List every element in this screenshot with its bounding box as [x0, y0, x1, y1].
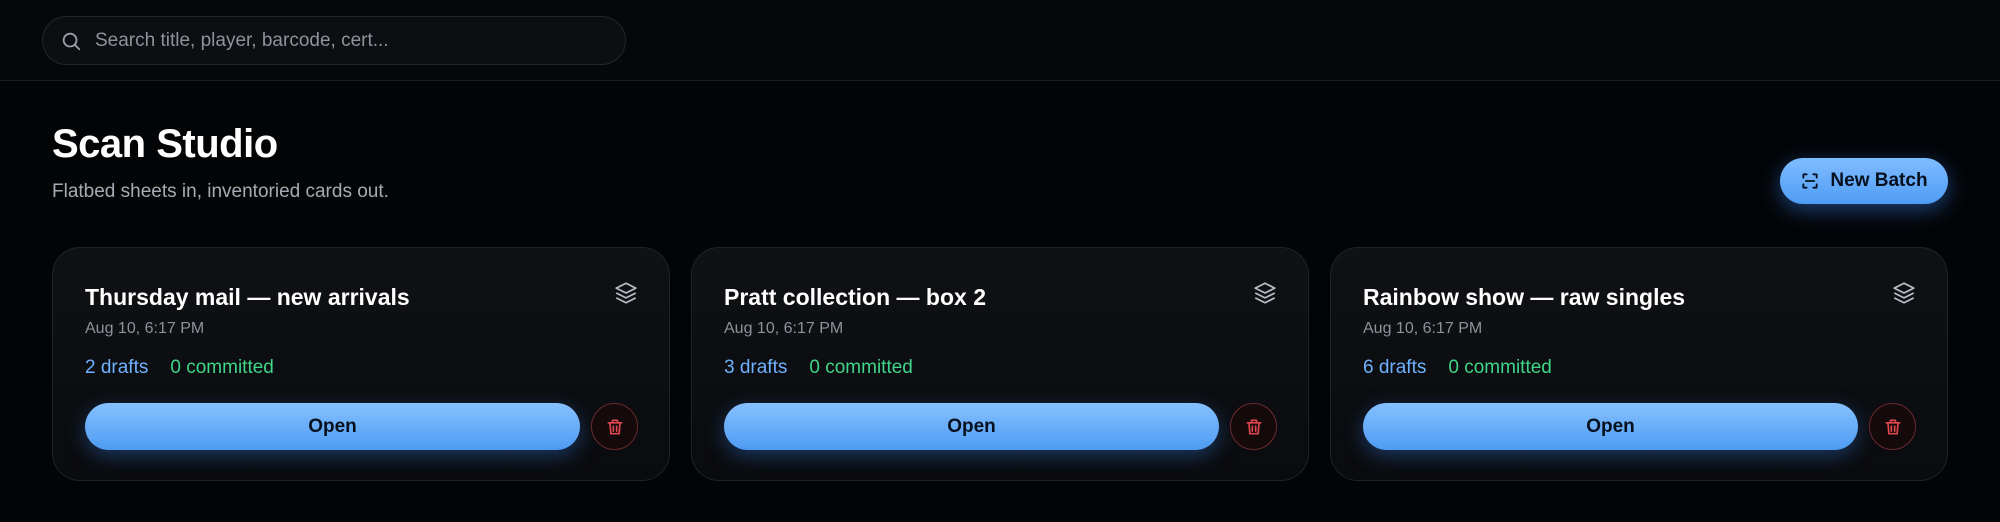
trash-icon [1246, 419, 1261, 434]
delete-batch-button[interactable] [591, 403, 638, 450]
delete-batch-button[interactable] [1869, 403, 1916, 450]
trash-icon [607, 419, 622, 434]
committed-count: 0 committed [809, 357, 913, 378]
search-bar[interactable] [42, 16, 626, 65]
batch-date: Aug 10, 6:17 PM [85, 320, 205, 337]
new-batch-button[interactable]: New Batch [1780, 158, 1948, 204]
open-batch-button[interactable]: Open [1363, 403, 1858, 450]
layers-icon [1893, 282, 1915, 304]
committed-count: 0 committed [1448, 357, 1552, 378]
batch-card: Thursday mail — new arrivals Aug 10, 6:1… [52, 247, 670, 481]
drafts-count: 3 drafts [724, 357, 788, 378]
batch-stats: 2 drafts 0 committed [85, 357, 274, 379]
batch-title: Pratt collection — box 2 [724, 284, 986, 310]
layers-icon [615, 282, 637, 304]
batch-stats: 6 drafts 0 committed [1363, 357, 1552, 379]
top-bar [0, 0, 2000, 81]
batch-card: Rainbow show — raw singles Aug 10, 6:17 … [1330, 247, 1948, 481]
batch-stats: 3 drafts 0 committed [724, 357, 913, 379]
open-batch-button[interactable]: Open [85, 403, 580, 450]
scan-icon [1802, 173, 1819, 189]
delete-batch-button[interactable] [1230, 403, 1277, 450]
search-icon [62, 32, 81, 51]
open-batch-button[interactable]: Open [724, 403, 1219, 450]
batch-title: Thursday mail — new arrivals [85, 284, 410, 310]
drafts-count: 2 drafts [85, 357, 149, 378]
trash-icon [1885, 419, 1900, 434]
drafts-count: 6 drafts [1363, 357, 1427, 378]
search-input[interactable] [95, 17, 615, 64]
committed-count: 0 committed [170, 357, 274, 378]
batch-card: Pratt collection — box 2 Aug 10, 6:17 PM… [691, 247, 1309, 481]
batch-date: Aug 10, 6:17 PM [1363, 320, 1483, 337]
new-batch-label: New Batch [1830, 170, 1928, 191]
batch-date: Aug 10, 6:17 PM [724, 320, 844, 337]
page-title: Scan Studio [52, 122, 278, 166]
layers-icon [1254, 282, 1276, 304]
batch-title: Rainbow show — raw singles [1363, 284, 1686, 310]
page-subtitle: Flatbed sheets in, inventoried cards out… [52, 181, 389, 202]
